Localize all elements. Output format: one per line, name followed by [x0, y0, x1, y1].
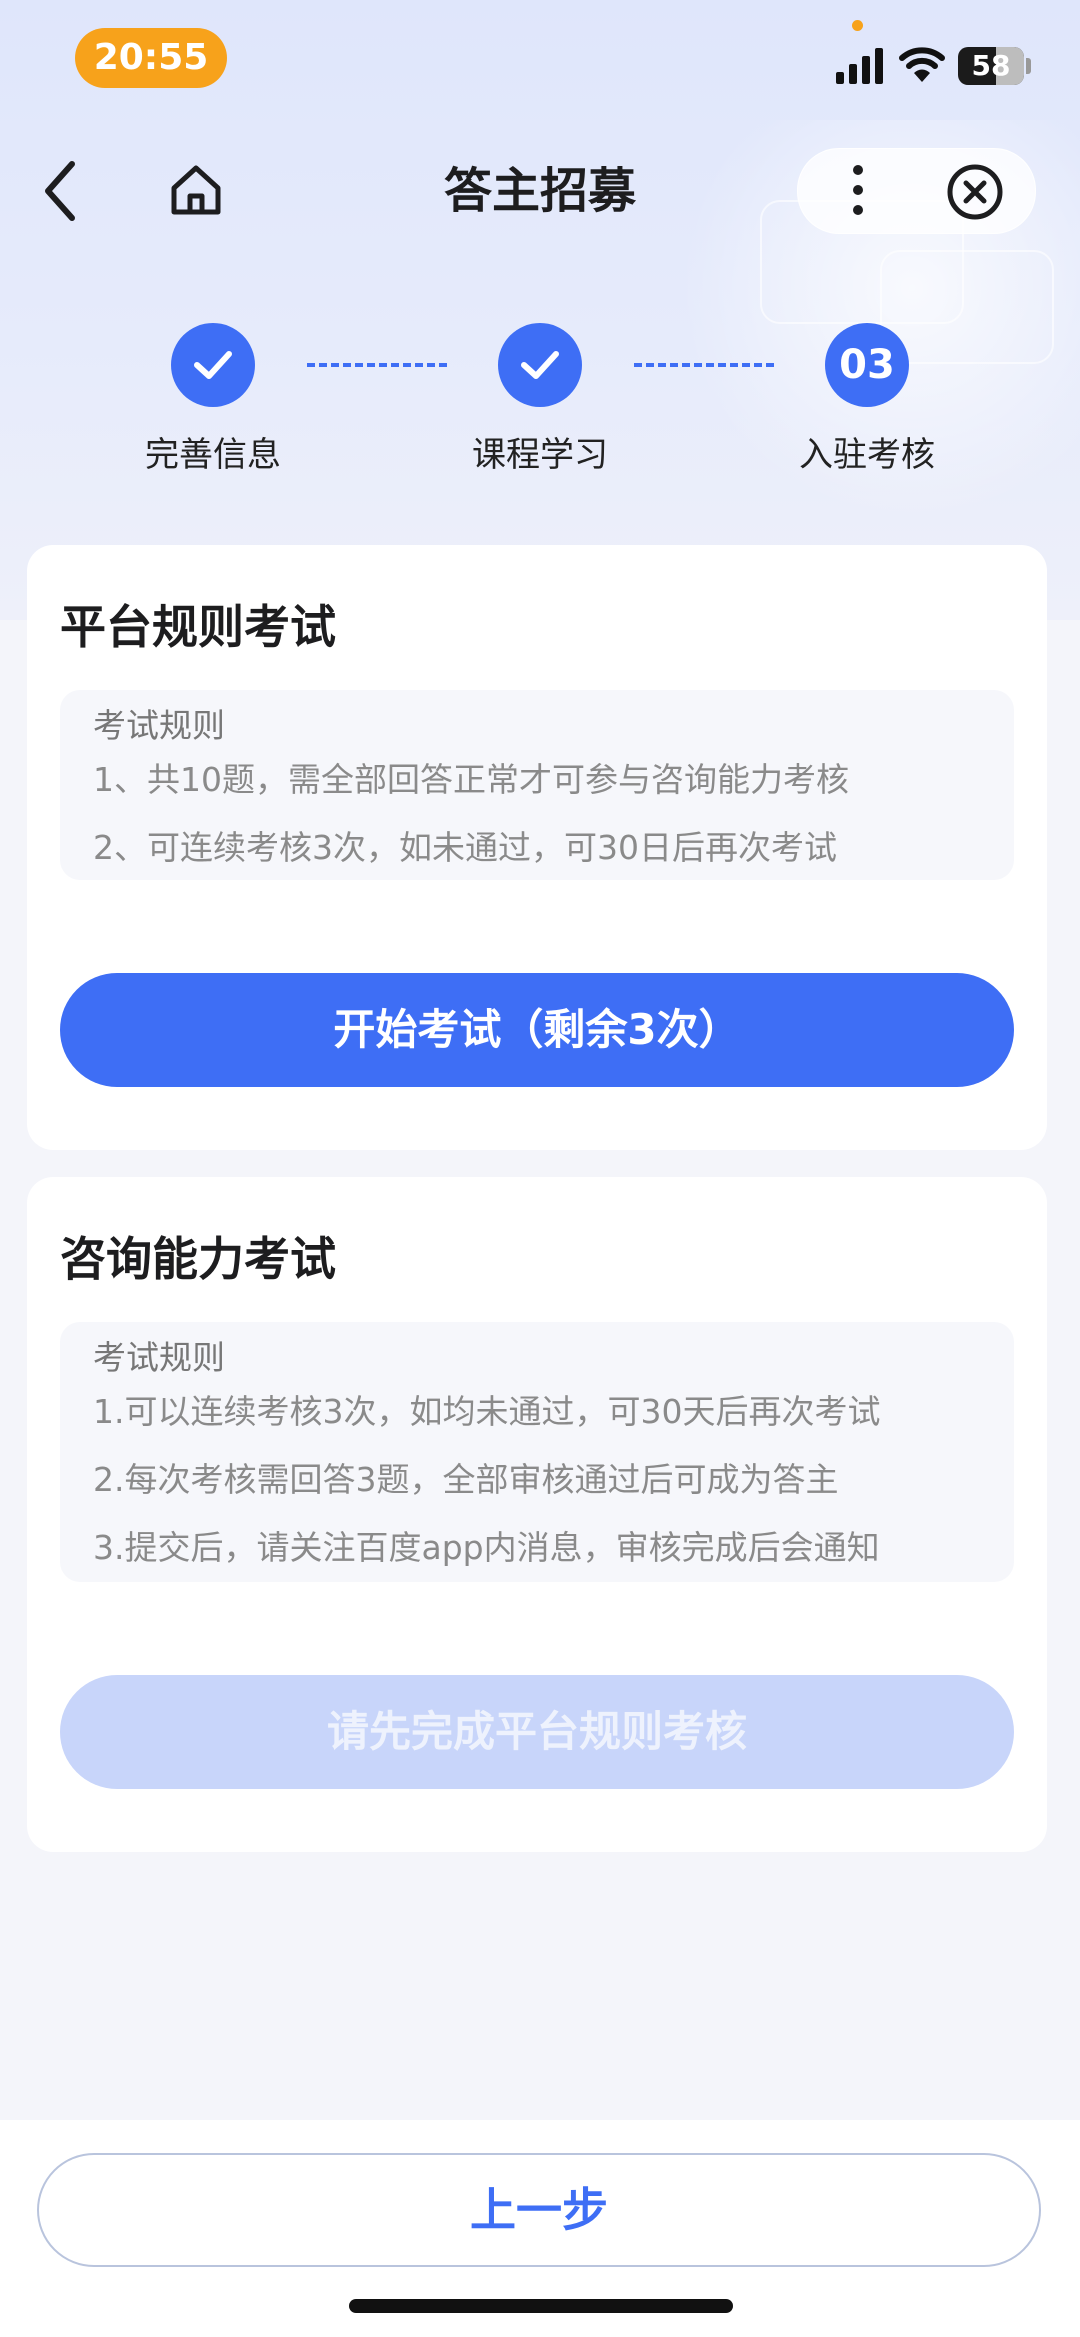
battery-icon: 58 — [958, 47, 1024, 85]
step-label: 入驻考核 — [799, 435, 935, 475]
more-options-icon[interactable] — [838, 160, 878, 220]
battery-tip — [1026, 58, 1031, 74]
rule-item: 2、可连续考核3次，如未通过，可30日后再次考试 — [93, 828, 837, 867]
step-label: 完善信息 — [145, 435, 281, 475]
privacy-indicator-dot — [852, 20, 863, 31]
step-connector — [307, 363, 447, 367]
platform-exam-title: 平台规则考试 — [60, 600, 336, 654]
home-indicator — [349, 2299, 733, 2313]
platform-exam-rules-box: 考试规则 1、共10题，需全部回答正常才可参与咨询能力考核 2、可连续考核3次，… — [60, 690, 1014, 880]
close-icon[interactable] — [945, 162, 1005, 222]
step-2-done-indicator — [498, 323, 582, 407]
consult-exam-title: 咨询能力考试 — [60, 1232, 336, 1286]
rule-item: 1.可以连续考核3次，如均未通过，可30天后再次考试 — [93, 1392, 881, 1431]
cellular-signal-icon — [836, 48, 883, 84]
battery-level: 58 — [971, 49, 1011, 82]
previous-step-button[interactable]: 上一步 — [37, 2153, 1041, 2267]
platform-exam-card: 平台规则考试 考试规则 1、共10题，需全部回答正常才可参与咨询能力考核 2、可… — [27, 545, 1047, 1150]
consult-exam-rules-box: 考试规则 1.可以连续考核3次，如均未通过，可30天后再次考试 2.每次考核需回… — [60, 1322, 1014, 1582]
rules-heading: 考试规则 — [93, 1338, 225, 1377]
step-3-current-indicator: 03 — [825, 323, 909, 407]
consult-exam-card: 咨询能力考试 考试规则 1.可以连续考核3次，如均未通过，可30天后再次考试 2… — [27, 1177, 1047, 1852]
start-exam-button[interactable]: 开始考试（剩余3次） — [60, 973, 1014, 1087]
step-connector — [634, 363, 774, 367]
wifi-icon — [899, 47, 945, 82]
status-time: 20:55 — [75, 28, 227, 88]
step-1-done-indicator — [171, 323, 255, 407]
rule-item: 1、共10题，需全部回答正常才可参与咨询能力考核 — [93, 760, 849, 799]
rule-item: 3.提交后，请关注百度app内消息，审核完成后会通知 — [93, 1528, 880, 1567]
step-3-number: 03 — [839, 342, 895, 388]
check-icon — [194, 351, 232, 379]
rule-item: 2.每次考核需回答3题，全部审核通过后可成为答主 — [93, 1460, 839, 1499]
check-icon — [521, 351, 559, 379]
consult-exam-disabled-button: 请先完成平台规则考核 — [60, 1675, 1014, 1789]
rules-heading: 考试规则 — [93, 706, 225, 745]
step-label: 课程学习 — [472, 435, 608, 475]
